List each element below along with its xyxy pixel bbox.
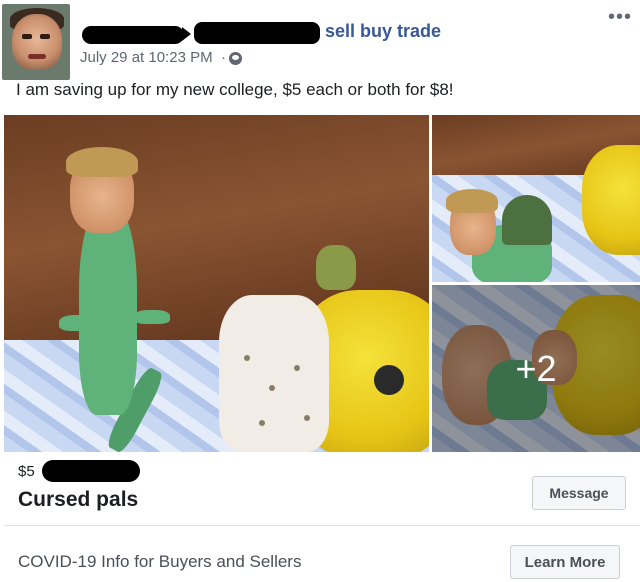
profile-avatar[interactable] <box>2 4 70 80</box>
avatar-eye-left <box>22 34 32 39</box>
listing-title[interactable]: Cursed pals <box>18 488 138 512</box>
photo-dino-body <box>79 205 137 415</box>
covid-info-text: COVID-19 Info for Buyers and Sellers <box>18 552 302 571</box>
listing-photo-main[interactable] <box>4 115 429 452</box>
photo-dress-dot <box>304 415 310 421</box>
photo-dino-arm <box>59 315 99 331</box>
photo-dress-dot <box>269 385 275 391</box>
photo-dress-dot <box>259 420 265 426</box>
avatar-eye-right <box>40 34 50 39</box>
avatar-face <box>12 14 62 70</box>
post-caption: I am saving up for my new college, $5 ea… <box>16 80 454 99</box>
section-divider <box>4 525 640 526</box>
more-photos-count[interactable]: +2 <box>432 285 640 452</box>
photo-dino-arm <box>134 310 170 324</box>
redacted-author-name <box>82 26 184 44</box>
message-button[interactable]: Message <box>532 476 626 510</box>
learn-more-button[interactable]: Learn More <box>510 545 620 579</box>
more-options-icon[interactable]: ••• <box>608 7 632 27</box>
group-name-link[interactable]: sell buy trade <box>325 21 441 42</box>
photo-doll-hair <box>446 189 498 213</box>
globe-icon <box>229 52 242 65</box>
marketplace-post: sell buy trade July 29 at 10:23 PM · •••… <box>0 0 640 582</box>
photo-dress-dot <box>244 355 250 361</box>
redacted-listing-detail <box>42 460 140 482</box>
photo-dress <box>219 295 329 452</box>
photo-pillow <box>582 145 640 255</box>
photo-doll-hair <box>66 147 138 177</box>
photo-pillow-mark <box>374 365 404 395</box>
redacted-group-prefix <box>194 22 320 44</box>
listing-photo-more[interactable]: +2 <box>432 285 640 452</box>
listing-price: $5 <box>18 463 35 480</box>
arrow-right-icon <box>182 27 191 41</box>
meta-separator: · <box>221 49 226 66</box>
photo-dino-head <box>316 245 356 290</box>
photo-dress-dot <box>294 365 300 371</box>
photo-dino-fin <box>502 195 552 245</box>
listing-photo-thumb[interactable] <box>432 115 640 282</box>
post-timestamp[interactable]: July 29 at 10:23 PM <box>80 49 213 66</box>
avatar-mouth <box>28 54 46 59</box>
